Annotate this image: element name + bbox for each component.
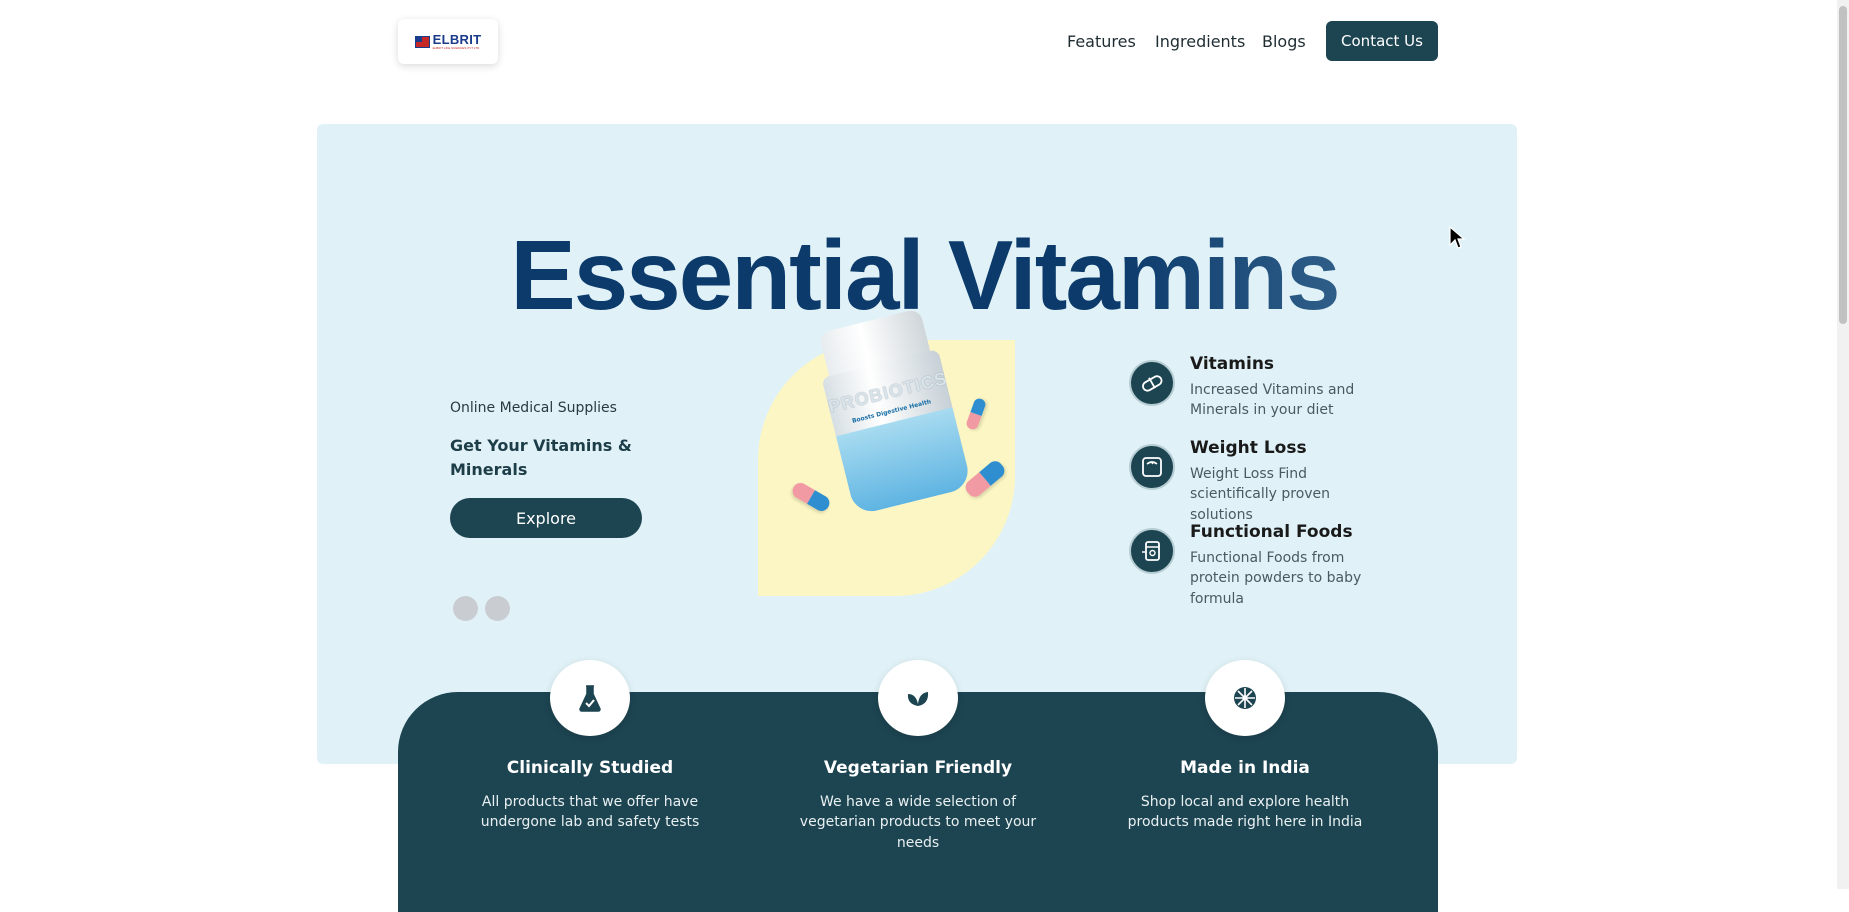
logo-subtext: ELBRIT LIFE SCIENCES PVT LTD xyxy=(432,46,480,50)
nav-link-ingredients[interactable]: Ingredients xyxy=(1155,32,1245,51)
contact-us-button[interactable]: Contact Us xyxy=(1326,21,1438,61)
scale-icon xyxy=(1129,444,1175,490)
explore-button[interactable]: Explore xyxy=(450,498,642,538)
flag-icon xyxy=(414,35,430,48)
hero-sub-heading: Get Your Vitamins & Minerals xyxy=(450,436,632,479)
nav-link-blogs[interactable]: Blogs xyxy=(1262,32,1306,51)
scrollbar[interactable] xyxy=(1837,0,1849,889)
mouse-cursor-icon xyxy=(1448,225,1466,255)
scrollbar-thumb[interactable] xyxy=(1839,6,1847,324)
feature-title: Weight Loss xyxy=(1190,438,1307,458)
feature-desc: Weight Loss Find scientifically proven s… xyxy=(1190,466,1331,523)
feature-title: Vitamins xyxy=(1190,354,1275,374)
feature-title: Functional Foods xyxy=(1190,522,1353,542)
pill-icon xyxy=(1129,360,1175,406)
highlight-desc: We have a wide selection of vegetarian p… xyxy=(799,794,1037,851)
brand-logo[interactable]: ELBRIT ELBRIT LIFE SCIENCES PVT LTD xyxy=(398,19,498,64)
feature-desc: Functional Foods from protein powders to… xyxy=(1190,550,1362,607)
leaf-icon xyxy=(878,660,958,736)
nav-link-features[interactable]: Features xyxy=(1067,32,1136,51)
carousel-dot[interactable] xyxy=(453,596,478,621)
highlight-title: Clinically Studied xyxy=(506,758,674,778)
logo-text: ELBRIT xyxy=(432,32,482,47)
feature-desc: Increased Vitamins and Minerals in your … xyxy=(1190,382,1355,419)
highlight-desc: Shop local and explore health products m… xyxy=(1127,794,1363,831)
wheel-icon xyxy=(1205,660,1285,736)
highlight-title: Made in India xyxy=(1180,758,1310,778)
carousel-dot[interactable] xyxy=(485,596,510,621)
hero-sub-label: Online Medical Supplies xyxy=(450,400,617,416)
food-jar-icon xyxy=(1129,528,1175,574)
highlight-title: Vegetarian Friendly xyxy=(823,758,1013,778)
flask-icon xyxy=(550,660,630,736)
highlight-desc: All products that we offer have undergon… xyxy=(480,794,700,831)
